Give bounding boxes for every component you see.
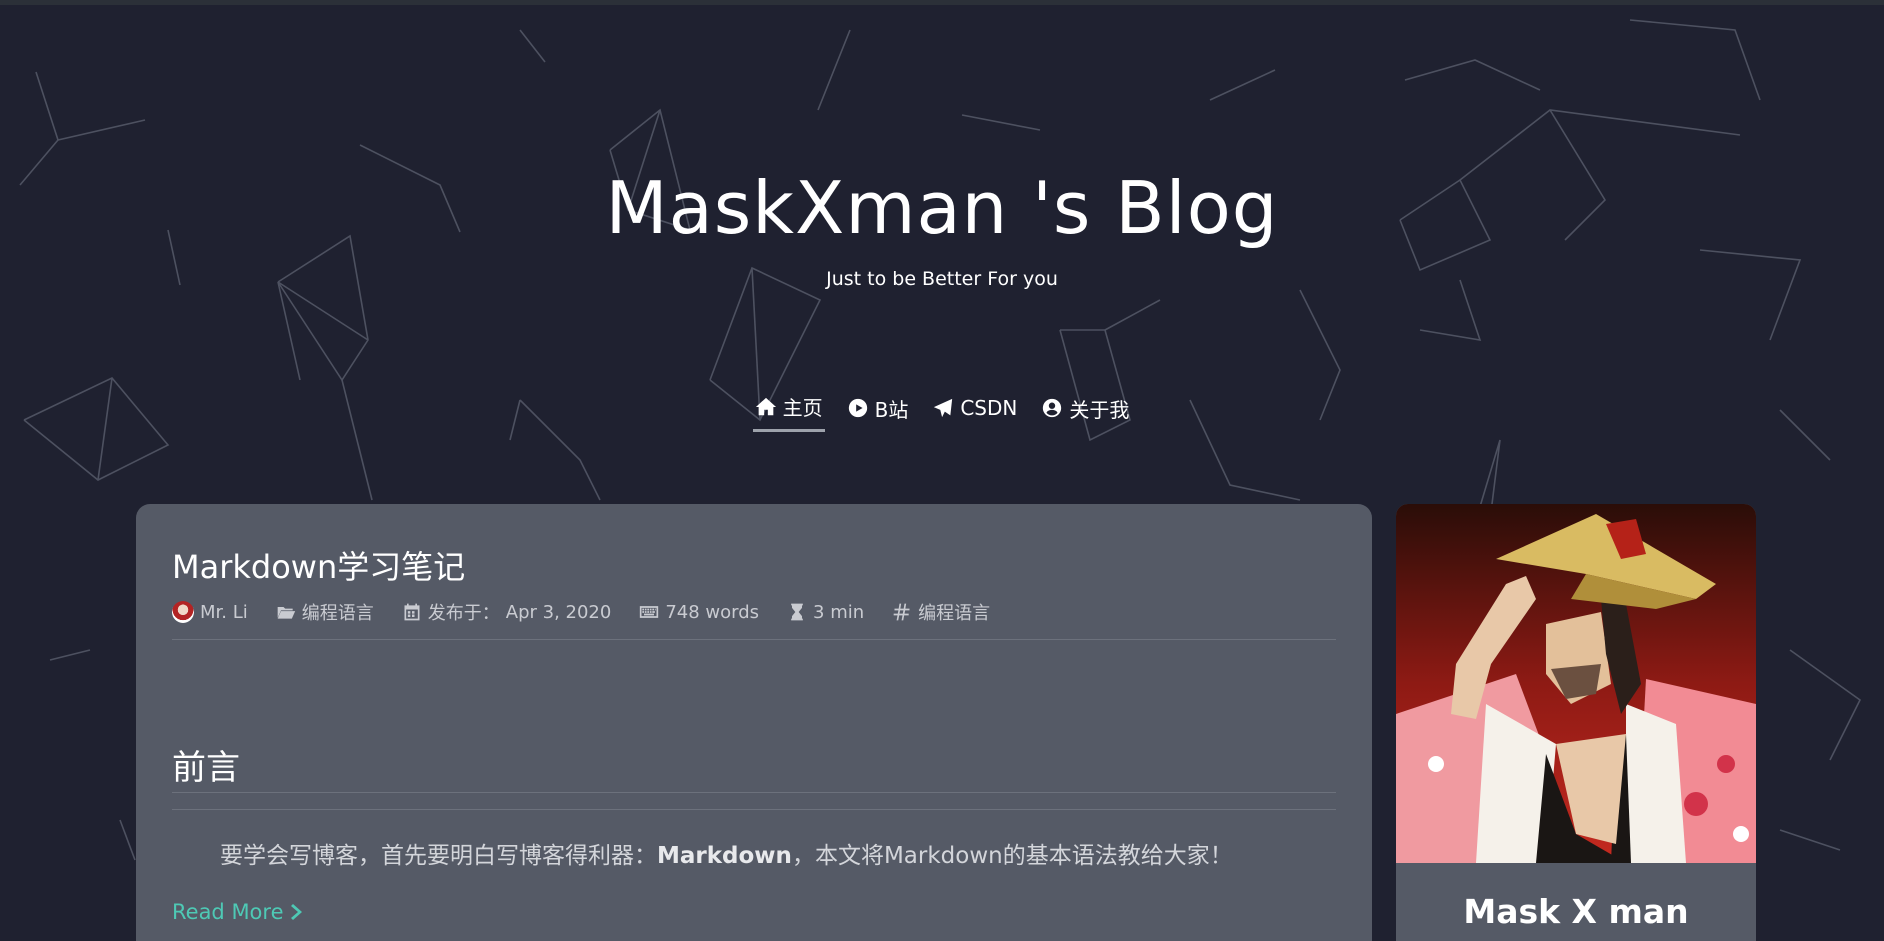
date-prefix: 发布于：	[427, 603, 500, 624]
meta-author[interactable]: Mr. Li	[172, 601, 248, 623]
site-subtitle: Just to be Better For you	[826, 268, 1058, 290]
home-icon	[755, 397, 776, 415]
meta-divider	[172, 639, 1336, 640]
nav-item-label: 主页	[782, 396, 823, 420]
excerpt-text-after: ，本文将Markdown的基本语法教给大家！	[791, 843, 1233, 869]
nav-item-label: B站	[874, 397, 909, 422]
page: MaskXman 's Blog Just to be Better For y…	[0, 0, 1884, 941]
nav-item-label: 关于我	[1069, 397, 1130, 422]
profile-avatar-image[interactable]	[1396, 504, 1756, 863]
folder-open-icon	[277, 607, 295, 619]
main-nav: 主页 B站 CSDN 关于我	[0, 388, 1884, 432]
post-meta: Mr. Li 编程语言 发布于： Apr 3, 2020 748 words 3 …	[172, 599, 990, 625]
meta-read-time: 3 min	[787, 602, 864, 623]
category-label: 编程语言	[301, 603, 374, 624]
hourglass-icon	[791, 603, 803, 621]
post-title[interactable]: Markdown学习笔记	[172, 542, 465, 588]
nav-item-bilibili[interactable]: B站	[845, 388, 911, 432]
heading-divider	[172, 792, 1336, 793]
play-circle-icon	[848, 398, 867, 418]
read-more-label: Read More	[172, 900, 284, 924]
nav-item-home[interactable]: 主页	[752, 388, 825, 432]
tag-label: 编程语言	[918, 603, 991, 624]
site-title[interactable]: MaskXman 's Blog	[0, 172, 1884, 244]
calendar-icon	[404, 603, 420, 621]
profile-card: Mask X man	[1396, 504, 1756, 941]
keyboard-icon	[640, 606, 659, 618]
profile-name: Mask X man	[1463, 892, 1689, 931]
author-name: Mr. Li	[200, 601, 248, 623]
nav-item-label: CSDN	[960, 396, 1018, 420]
date-value: Apr 3, 2020	[505, 601, 612, 623]
hashtag-icon	[893, 603, 910, 621]
excerpt-text-before: 要学会写博客，首先要明白写博客得利器：	[220, 843, 657, 869]
chevron-right-icon	[290, 904, 302, 920]
heading-divider-secondary	[172, 809, 1336, 810]
meta-tag[interactable]: 编程语言	[892, 599, 990, 625]
excerpt-bold: Markdown	[657, 843, 792, 869]
paper-plane-icon	[934, 398, 953, 418]
post-card: Markdown学习笔记 Mr. Li 编程语言 发布于： Apr 3, 2020…	[136, 504, 1372, 941]
post-excerpt: 要学会写博客，首先要明白写博客得利器：Markdown，本文将Markdown的…	[220, 836, 1233, 870]
word-count: 748 words	[665, 601, 760, 623]
user-circle-icon	[1043, 398, 1062, 418]
nav-item-csdn[interactable]: CSDN	[930, 388, 1019, 432]
nav-item-about[interactable]: 关于我	[1039, 388, 1131, 432]
section-heading: 前言	[172, 748, 240, 788]
read-time: 3 min	[813, 601, 865, 623]
meta-words: 748 words	[639, 602, 759, 623]
meta-date: 发布于： Apr 3, 2020	[402, 599, 612, 625]
read-more-link[interactable]: Read More	[172, 900, 304, 924]
author-avatar	[172, 601, 194, 623]
meta-category[interactable]: 编程语言	[276, 599, 374, 625]
